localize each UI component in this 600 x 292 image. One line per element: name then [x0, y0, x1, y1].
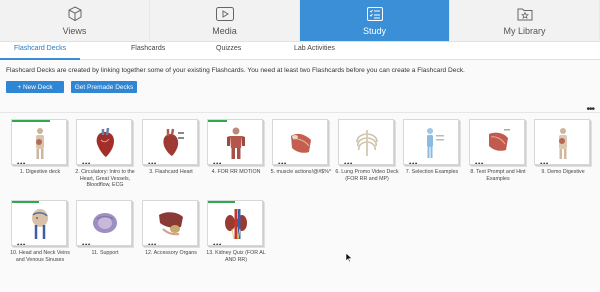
deck-thumbnail [225, 209, 247, 240]
deck-thumbnail [227, 127, 245, 159]
deck-progress-bar [208, 120, 227, 122]
deck-thumbnail [489, 129, 510, 151]
deck-thumbnail [427, 128, 444, 158]
tab-study[interactable]: Study [300, 0, 450, 41]
deck-card-7[interactable]: ••• 7. Selection Examples [403, 119, 461, 175]
deck-more-dots[interactable]: ••• [278, 161, 287, 164]
sub-nav: Flashcard Decks Flashcards Quizzes Lab A… [0, 42, 600, 60]
deck-label: 7. Selection Examples [405, 169, 459, 175]
deck-thumbnail [356, 130, 378, 156]
deck-thumbnail [163, 128, 184, 156]
deck-more-dots[interactable]: ••• [82, 242, 91, 245]
tab-views-label: Views [62, 25, 87, 36]
deck-progress-bar [208, 201, 235, 203]
deck-more-dots[interactable]: ••• [148, 242, 157, 245]
deck-card-8[interactable]: ••• 8. Text Prompt and Hint Examples [469, 119, 527, 182]
deck-label: 9. Demo Digestive [541, 169, 585, 175]
deck-thumbnail [159, 212, 183, 236]
deck-card-11[interactable]: ••• 11. Support [76, 200, 134, 256]
deck-label: 8. Text Prompt and Hint Examples [470, 169, 526, 182]
deck-card-13[interactable]: ••• 13. Kidney Quiz (FOR AL AND RR) [206, 200, 266, 263]
deck-more-dots[interactable]: ••• [17, 161, 26, 164]
app-window: Views Media Study My Library Flashcard D… [0, 0, 600, 292]
tab-media-label: Media [212, 25, 237, 36]
deck-thumbnail [32, 209, 48, 239]
deck-more-dots[interactable]: ••• [148, 161, 157, 164]
deck-more-dots[interactable]: ••• [344, 161, 353, 164]
top-nav: Views Media Study My Library [0, 0, 600, 42]
deck-card-12[interactable]: ••• 12. Accessory Organs [142, 200, 200, 256]
deck-progress-bar [12, 120, 50, 122]
cube-icon [65, 5, 85, 22]
deck-card-6[interactable]: ••• 6. Lung Promo Video Deck (FOR RR and… [335, 119, 399, 182]
decks-description: Flashcard Decks are created by linking t… [6, 67, 465, 74]
tab-study-label: Study [362, 25, 386, 36]
deck-label: 11. Support [91, 250, 119, 256]
deck-label: 6. Lung Promo Video Deck (FOR RR and MP) [335, 169, 399, 182]
deck-more-dots[interactable]: ••• [213, 242, 222, 245]
deck-more-dots[interactable]: ••• [82, 161, 91, 164]
deck-progress-bar [12, 201, 39, 203]
subtab-lab-activities[interactable]: Lab Activities [294, 45, 335, 52]
deck-thumbnail [96, 127, 114, 157]
deck-label: 5. muscle actions!@#$%^ [270, 169, 332, 175]
deck-more-dots[interactable]: ••• [17, 242, 26, 245]
deck-label: 12. Accessory Organs [145, 250, 197, 256]
tab-media[interactable]: Media [150, 0, 300, 41]
deck-card-10[interactable]: ••• 10. Head and Neck Veins and Venous S… [10, 200, 70, 263]
deck-more-dots[interactable]: ••• [540, 161, 549, 164]
deck-label: 3. Flashcard Heart [149, 169, 193, 175]
more-options-icon[interactable]: ••• [586, 104, 594, 115]
tab-views[interactable]: Views [0, 0, 150, 41]
deck-card-2[interactable]: ••• 2. Circulatory: Intro to the Heart, … [75, 119, 135, 188]
checklist-icon [365, 6, 385, 22]
deck-thumbnail [559, 128, 567, 159]
deck-label: 4. FOR RR MOTION [211, 169, 261, 175]
deck-label: 13. Kidney Quiz (FOR AL AND RR) [206, 250, 266, 263]
deck-more-dots[interactable]: ••• [475, 161, 484, 164]
deck-thumbnail [36, 128, 44, 159]
tab-my-library-label: My Library [503, 25, 546, 36]
deck-more-dots[interactable]: ••• [409, 161, 418, 164]
new-deck-button[interactable]: + New Deck [6, 81, 64, 93]
subtab-flashcard-decks[interactable]: Flashcard Decks [14, 45, 66, 52]
active-subtab-indicator [0, 58, 80, 60]
deck-more-dots[interactable]: ••• [213, 161, 222, 164]
deck-card-1[interactable]: ••• 1. Digestive deck [11, 119, 69, 175]
get-premade-decks-button[interactable]: Get Premade Decks [71, 81, 137, 93]
divider [0, 112, 600, 113]
mouse-cursor-icon [345, 252, 353, 263]
tab-my-library[interactable]: My Library [450, 0, 600, 41]
deck-thumbnail [291, 133, 311, 153]
subtab-flashcards[interactable]: Flashcards [131, 45, 165, 52]
deck-label: 2. Circulatory: Intro to the Heart, Grea… [75, 169, 135, 189]
deck-card-9[interactable]: ••• 9. Demo Digestive [534, 119, 592, 175]
deck-card-5[interactable]: ••• 5. muscle actions!@#$%^ [271, 119, 331, 175]
star-folder-icon [515, 6, 535, 22]
subtab-quizzes[interactable]: Quizzes [216, 45, 241, 52]
play-icon [215, 6, 235, 22]
deck-card-4[interactable]: ••• 4. FOR RR MOTION [207, 119, 265, 175]
deck-thumbnail [93, 213, 117, 233]
deck-label: 10. Head and Neck Veins and Venous Sinus… [10, 250, 70, 263]
deck-card-3[interactable]: ••• 3. Flashcard Heart [142, 119, 200, 175]
deck-label: 1. Digestive deck [19, 169, 61, 175]
